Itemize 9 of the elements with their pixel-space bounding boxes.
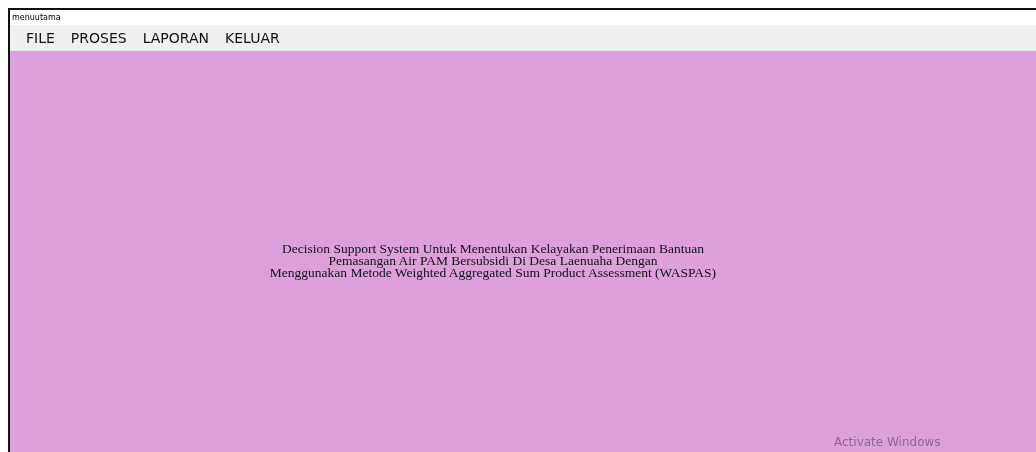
heading-line: Decision Support System Untuk Menentukan Kelayakan Penerimaan Bantuan [282, 243, 704, 255]
menu-item[interactable]: PROSES [62, 25, 135, 50]
menu-item[interactable]: FILE [18, 25, 63, 50]
menu-item[interactable]: LAPORAN [134, 25, 217, 50]
menu-item[interactable]: KELUAR [217, 25, 288, 50]
heading-line: Menggunakan Metode Weighted Aggregated Sum Product Assessment (WASPAS) [269, 267, 717, 279]
heading-line: Pemasangan Air PAM Bersubsidi Di Desa Laenuaha Dengan [328, 255, 658, 267]
activation-notice: Activate Windows [834, 435, 941, 449]
window-title: menuutama [12, 13, 61, 22]
